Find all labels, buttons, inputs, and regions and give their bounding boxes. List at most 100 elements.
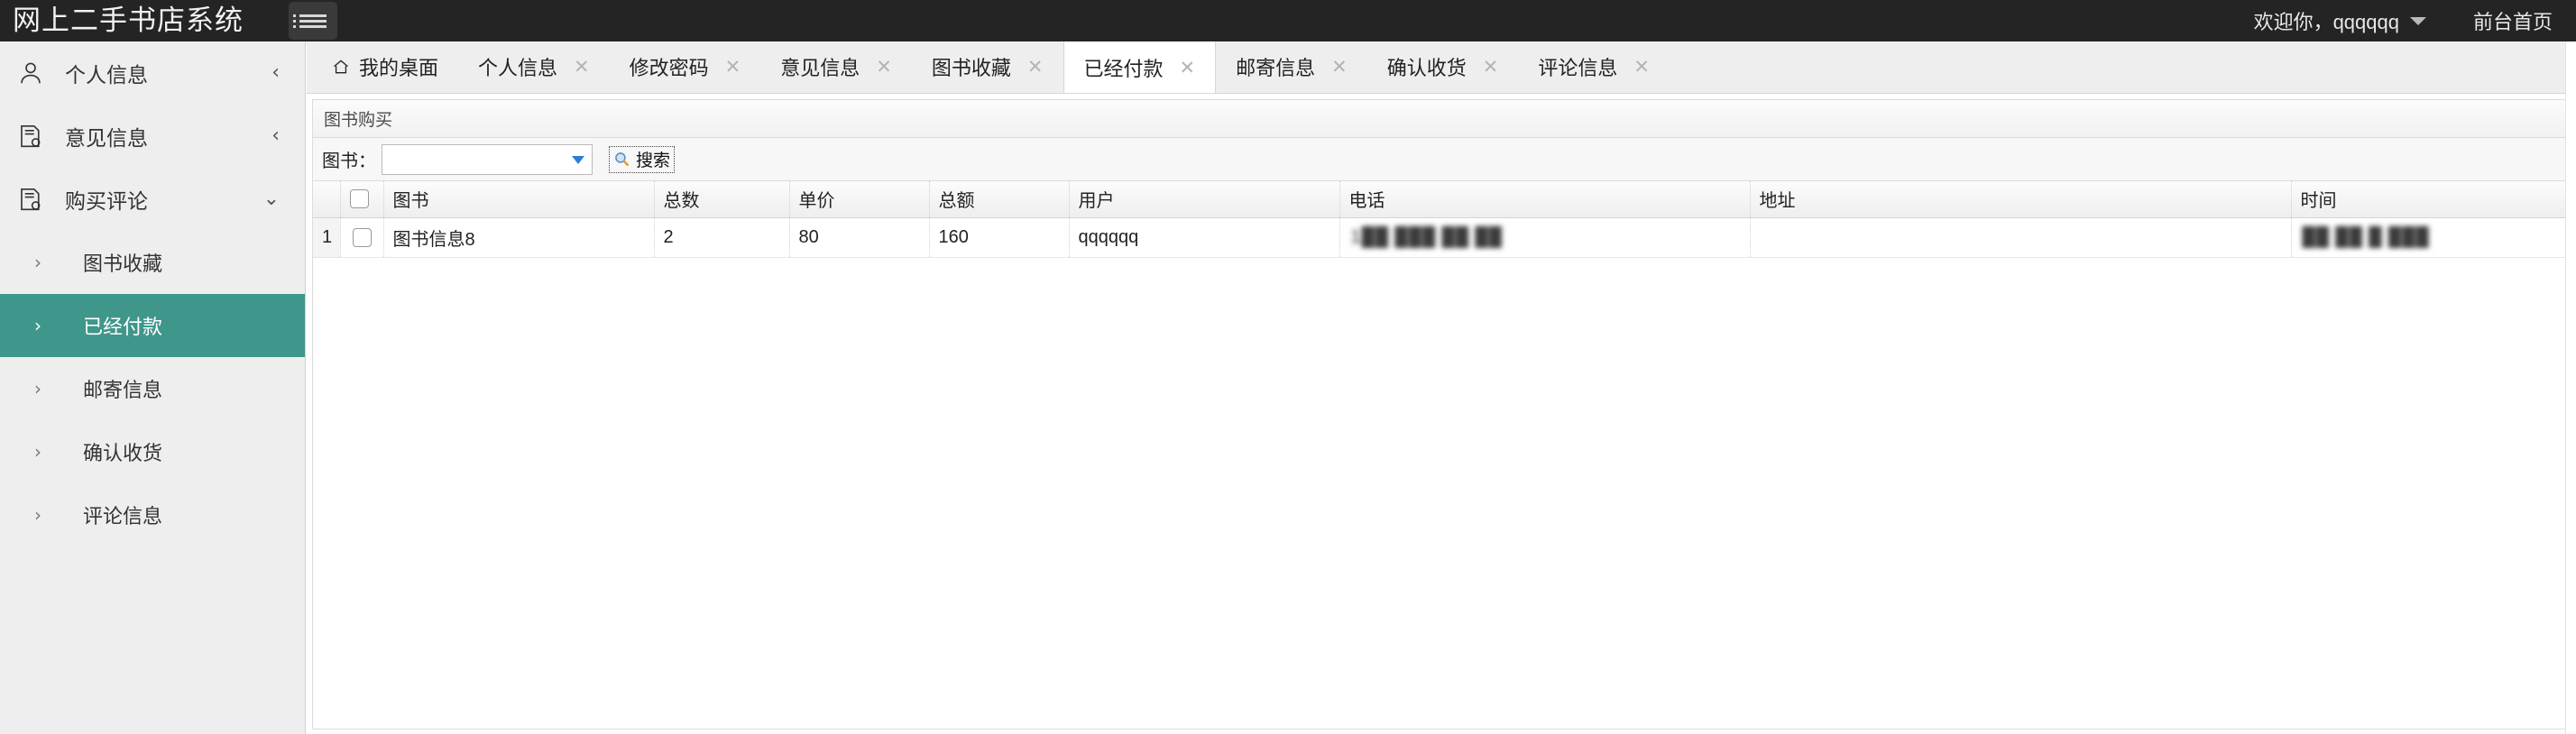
menu-line bbox=[293, 19, 327, 23]
sidebar-item-comment-info[interactable]: › 评论信息 bbox=[0, 483, 305, 546]
panel-title: 图书购买 bbox=[313, 100, 2570, 138]
sidebar-item-confirm-receipt[interactable]: › 确认收货 bbox=[0, 420, 305, 483]
column-header-total[interactable]: 总额 bbox=[929, 181, 1070, 218]
row-select-cell bbox=[340, 217, 384, 258]
tab-label: 图书收藏 bbox=[931, 57, 1011, 79]
column-header-book[interactable]: 图书 bbox=[383, 181, 655, 218]
menu-line bbox=[293, 14, 327, 17]
sidebar-group-label: 个人信息 bbox=[65, 63, 148, 87]
sidebar-item-label: 已经付款 bbox=[83, 316, 163, 338]
tab-comment-info[interactable]: 评论信息 ✕ bbox=[1518, 41, 1670, 93]
tab-label: 已经付款 bbox=[1083, 57, 1164, 80]
list-menu-icon[interactable] bbox=[289, 2, 337, 40]
book-select-wrapper bbox=[382, 143, 593, 175]
column-header-address[interactable]: 地址 bbox=[1750, 181, 2292, 218]
close-icon[interactable]: ✕ bbox=[1027, 56, 1044, 78]
tab-book-collection[interactable]: 图书收藏 ✕ bbox=[912, 41, 1063, 93]
right-edge-rail bbox=[2565, 41, 2576, 734]
sidebar-item-book-collection[interactable]: › 图书收藏 bbox=[0, 231, 305, 294]
book-purchase-panel: 图书购买 图书： 搜索 图书 总数 单价 总额 用户 电话 地址 时间 1 图书… bbox=[312, 99, 2571, 729]
user-menu[interactable]: 欢迎你，qqqqqq bbox=[2254, 6, 2426, 35]
menu-line bbox=[293, 24, 327, 28]
tab-personal-info[interactable]: 个人信息 ✕ bbox=[458, 41, 610, 93]
document-icon bbox=[13, 181, 49, 217]
cell-time: ██ ██ █ ███ bbox=[2291, 217, 2570, 258]
row-checkbox[interactable] bbox=[352, 227, 372, 247]
column-header-user[interactable]: 用户 bbox=[1069, 181, 1340, 218]
table-header-row: 图书 总数 单价 总额 用户 电话 地址 时间 bbox=[313, 181, 2570, 218]
tab-change-password[interactable]: 修改密码 ✕ bbox=[610, 41, 761, 93]
welcome-label: 欢迎你，qqqqqq bbox=[2253, 11, 2399, 33]
tab-label: 我的桌面 bbox=[359, 57, 439, 79]
column-header-phone[interactable]: 电话 bbox=[1339, 181, 1751, 218]
book-filter-label: 图书： bbox=[322, 151, 376, 171]
chevron-left-icon: ‹ bbox=[271, 61, 280, 84]
search-toolbar: 图书： 搜索 bbox=[313, 138, 2570, 181]
tab-already-paid[interactable]: 已经付款 ✕ bbox=[1063, 41, 1217, 93]
tab-opinion-info[interactable]: 意见信息 ✕ bbox=[760, 41, 912, 93]
chevron-down-icon bbox=[2409, 16, 2426, 25]
cell-address bbox=[1750, 217, 2292, 258]
close-icon[interactable]: ✕ bbox=[1633, 56, 1650, 78]
cell-user: qqqqqq bbox=[1069, 217, 1340, 258]
column-header-time[interactable]: 时间 bbox=[2291, 181, 2570, 218]
chevron-right-icon: › bbox=[34, 441, 41, 463]
select-all-checkbox[interactable] bbox=[349, 189, 369, 209]
tab-label: 评论信息 bbox=[1538, 57, 1618, 79]
main-content: 我的桌面 个人信息 ✕ 修改密码 ✕ 意见信息 ✕ 图书收藏 ✕ 已经付款 ✕ … bbox=[307, 41, 2576, 734]
magnifier-icon bbox=[613, 151, 630, 168]
tab-my-desktop[interactable]: 我的桌面 bbox=[312, 41, 458, 93]
close-icon[interactable]: ✕ bbox=[725, 56, 741, 78]
front-home-link[interactable]: 前台首页 bbox=[2473, 6, 2553, 35]
sidebar-item-label: 图书收藏 bbox=[83, 252, 163, 275]
sidebar-group-opinion-info[interactable]: 意见信息 ‹ bbox=[0, 105, 305, 168]
cell-count: 2 bbox=[654, 217, 790, 258]
sidebar-group-label: 购买评论 bbox=[65, 189, 148, 213]
book-select[interactable] bbox=[382, 143, 593, 175]
cell-book: 图书信息8 bbox=[383, 217, 655, 258]
tab-confirm-receipt[interactable]: 确认收货 ✕ bbox=[1367, 41, 1519, 93]
table-row[interactable]: 1 图书信息8 2 80 160 qqqqqq 1██ ███ ██ ██ ██… bbox=[313, 217, 2570, 258]
results-table-wrapper[interactable]: 图书 总数 单价 总额 用户 电话 地址 时间 1 图书信息8 2 80 160… bbox=[313, 181, 2570, 729]
tab-label: 修改密码 bbox=[629, 57, 709, 79]
chevron-right-icon: › bbox=[34, 252, 41, 273]
user-icon bbox=[13, 55, 49, 91]
sidebar-group-purchase-review[interactable]: 购买评论 ⌄ bbox=[0, 168, 305, 231]
search-button-label: 搜索 bbox=[636, 151, 671, 170]
chevron-right-icon: › bbox=[34, 504, 41, 526]
tab-bar: 我的桌面 个人信息 ✕ 修改密码 ✕ 意见信息 ✕ 图书收藏 ✕ 已经付款 ✕ … bbox=[307, 41, 2576, 94]
close-icon[interactable]: ✕ bbox=[574, 56, 590, 78]
sidebar-group-label: 意见信息 bbox=[65, 126, 148, 150]
sidebar-item-already-paid[interactable]: › 已经付款 bbox=[0, 294, 305, 357]
home-icon bbox=[332, 58, 350, 76]
row-number: 1 bbox=[313, 217, 341, 258]
close-icon[interactable]: ✕ bbox=[1331, 56, 1348, 78]
close-icon[interactable]: ✕ bbox=[1180, 57, 1196, 78]
tab-mailing-info[interactable]: 邮寄信息 ✕ bbox=[1216, 41, 1367, 93]
cell-unit-price: 80 bbox=[789, 217, 930, 258]
tab-label: 邮寄信息 bbox=[1236, 57, 1316, 79]
top-header-bar: 网上二手书店系统 欢迎你，qqqqqq 前台首页 bbox=[0, 0, 2576, 41]
cell-phone: 1██ ███ ██ ██ bbox=[1339, 217, 1751, 258]
chevron-right-icon: › bbox=[34, 378, 41, 399]
close-icon[interactable]: ✕ bbox=[1483, 56, 1499, 78]
row-number-header bbox=[313, 181, 341, 218]
column-header-count[interactable]: 总数 bbox=[654, 181, 790, 218]
header-right-group: 欢迎你，qqqqqq 前台首页 bbox=[2254, 6, 2576, 35]
sidebar-item-mailing-info[interactable]: › 邮寄信息 bbox=[0, 357, 305, 420]
search-button[interactable]: 搜索 bbox=[609, 145, 676, 173]
document-icon bbox=[13, 118, 49, 154]
close-icon[interactable]: ✕ bbox=[876, 56, 892, 78]
column-header-unit-price[interactable]: 单价 bbox=[789, 181, 930, 218]
cell-phone-redacted: 1██ ███ ██ ██ bbox=[1348, 226, 1504, 248]
app-brand-title: 网上二手书店系统 bbox=[13, 5, 244, 36]
purchase-table: 图书 总数 单价 总额 用户 电话 地址 时间 1 图书信息8 2 80 160… bbox=[313, 181, 2570, 258]
cell-total: 160 bbox=[929, 217, 1070, 258]
chevron-left-icon: ‹ bbox=[271, 124, 280, 147]
sidebar-item-label: 确认收货 bbox=[83, 442, 163, 464]
sidebar-item-label: 评论信息 bbox=[83, 505, 163, 528]
chevron-right-icon: › bbox=[34, 315, 41, 336]
tab-label: 个人信息 bbox=[478, 57, 558, 79]
sidebar-item-label: 邮寄信息 bbox=[83, 379, 163, 401]
sidebar-group-personal-info[interactable]: 个人信息 ‹ bbox=[0, 41, 305, 105]
